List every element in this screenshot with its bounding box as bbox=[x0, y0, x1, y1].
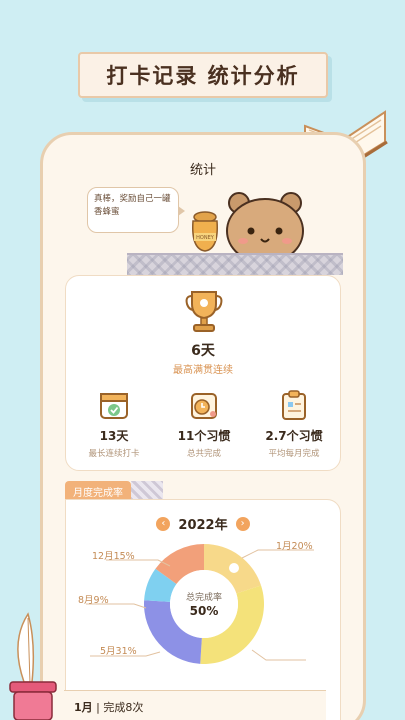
stat-label: 平均每月完成 bbox=[268, 449, 320, 459]
stat-label: 最长连续打卡 bbox=[88, 449, 140, 459]
clock-card-icon bbox=[191, 393, 217, 419]
phone-frame: 统计 真棒，奖励自己一罐香蜂蜜 HONEY 6天 最高满贯连续 13天 最长连续… bbox=[40, 132, 366, 720]
slice-label-aug: 8月9% bbox=[78, 595, 109, 606]
selected-month: 1月 bbox=[74, 701, 93, 714]
separator: | bbox=[92, 701, 104, 714]
selected-month-bar[interactable]: 1月 | 完成8次 bbox=[64, 690, 326, 720]
stat-value: 2.7个习惯 bbox=[265, 429, 323, 443]
clipboard-icon bbox=[282, 390, 306, 420]
monthly-card: ‹ 2022年 › 1月20% 12月15% 8月9% 5月31% 总完成率 5… bbox=[65, 499, 341, 720]
honey-jar-icon: HONEY bbox=[192, 211, 218, 252]
calendar-check-icon bbox=[100, 393, 128, 419]
plaid-ledge bbox=[127, 253, 343, 275]
slice-label-may: 5月31% bbox=[100, 646, 137, 657]
honey-label: HONEY bbox=[196, 235, 215, 241]
donut-center-title: 总完成率 bbox=[185, 593, 222, 603]
stat-longest-streak: 13天 最长连续打卡 bbox=[72, 388, 156, 459]
speech-bubble: 真棒，奖励自己一罐香蜂蜜 bbox=[87, 187, 185, 233]
paw-icon bbox=[229, 563, 239, 573]
ink-quill-icon bbox=[9, 612, 57, 720]
best-streak-label: 最高满贯连续 bbox=[173, 365, 233, 376]
screen-title: 统计 bbox=[189, 163, 216, 178]
stat-label: 总共完成 bbox=[186, 449, 221, 459]
trophy-icon bbox=[185, 291, 223, 332]
year-label: 2022年 bbox=[178, 518, 228, 533]
stat-value: 11个习惯 bbox=[177, 429, 231, 443]
page-headline: 打卡记录 统计分析 bbox=[78, 52, 328, 98]
next-year-button[interactable]: › bbox=[235, 516, 250, 531]
slice-label-dec: 12月15% bbox=[92, 551, 135, 562]
tab-monthly-rate[interactable]: 月度完成率 bbox=[65, 481, 131, 501]
tab-decoration bbox=[131, 481, 163, 501]
stat-monthly-average: 2.7个习惯 平均每月完成 bbox=[252, 388, 336, 459]
prev-year-button[interactable]: ‹ bbox=[156, 516, 171, 531]
donut-center-value: 50% bbox=[189, 604, 219, 618]
year-selector: ‹ 2022年 › bbox=[66, 514, 340, 533]
best-streak-value: 6天 bbox=[191, 343, 215, 359]
stat-value: 13天 bbox=[99, 429, 129, 443]
slice-label-jan: 1月20% bbox=[276, 541, 313, 552]
summary-card: 6天 最高满贯连续 13天 最长连续打卡 11个习惯 总共完成 2.7个习惯 平… bbox=[65, 275, 341, 471]
stat-total-completed: 11个习惯 总共完成 bbox=[162, 388, 246, 459]
selected-month-count: 完成8次 bbox=[103, 701, 144, 714]
